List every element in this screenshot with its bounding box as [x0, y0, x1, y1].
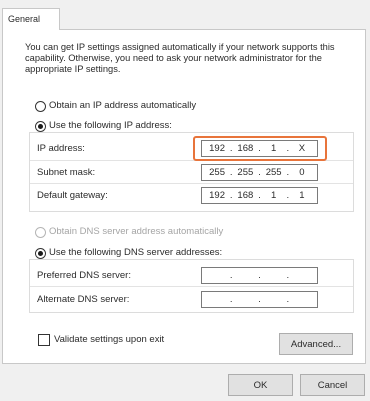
ip-address-input[interactable]: 192. 168. 1. X [201, 140, 318, 157]
octet: 255 [209, 167, 225, 178]
cancel-button-label: Cancel [317, 379, 348, 391]
octet: X [298, 143, 306, 154]
alternate-dns-input[interactable]: . . . [201, 291, 318, 308]
ip-address-label: IP address: [37, 143, 85, 154]
ok-button-label: OK [253, 379, 268, 391]
octet: 255 [237, 167, 254, 178]
use-following-dns-label: Use the following DNS server addresses: [49, 247, 223, 258]
octet: 1 [270, 143, 277, 154]
advanced-button-label: Advanced... [290, 338, 342, 350]
octet: 1 [270, 190, 277, 201]
cancel-button[interactable]: Cancel [300, 374, 365, 396]
octet: 0 [299, 167, 305, 178]
validate-checkbox[interactable] [38, 334, 50, 346]
validate-label: Validate settings upon exit [54, 334, 165, 345]
preferred-dns-label: Preferred DNS server: [37, 270, 131, 281]
obtain-ip-auto-label: Obtain an IP address automatically [49, 100, 197, 111]
tab-general[interactable]: General [2, 8, 60, 30]
description-text: You can get IP settings assigned automat… [25, 42, 335, 74]
obtain-dns-auto-label: Obtain DNS server address automatically [49, 226, 224, 237]
row-divider [30, 286, 353, 287]
use-following-dns-radio[interactable] [35, 248, 46, 259]
alternate-dns-label: Alternate DNS server: [37, 294, 130, 305]
octet: 168 [237, 143, 254, 154]
subnet-mask-label: Subnet mask: [37, 167, 96, 178]
octet: 192 [209, 190, 225, 201]
use-following-ip-label: Use the following IP address: [49, 120, 172, 131]
obtain-ip-auto-radio[interactable] [35, 101, 46, 112]
octet: 168 [237, 190, 254, 201]
ok-button[interactable]: OK [228, 374, 293, 396]
octet: 192 [209, 143, 225, 154]
use-following-ip-radio[interactable] [35, 121, 46, 132]
advanced-button[interactable]: Advanced... [279, 333, 353, 355]
octet: 1 [299, 190, 305, 201]
subnet-mask-input[interactable]: 255. 255. 255. 0 [201, 164, 318, 181]
default-gateway-input[interactable]: 192. 168. 1. 1 [201, 187, 318, 204]
octet: 255 [265, 167, 282, 178]
default-gateway-label: Default gateway: [37, 190, 108, 201]
obtain-dns-auto-radio[interactable] [35, 227, 46, 238]
preferred-dns-input[interactable]: . . . [201, 267, 318, 284]
tab-general-label: General [8, 14, 41, 24]
row-divider [30, 183, 353, 184]
